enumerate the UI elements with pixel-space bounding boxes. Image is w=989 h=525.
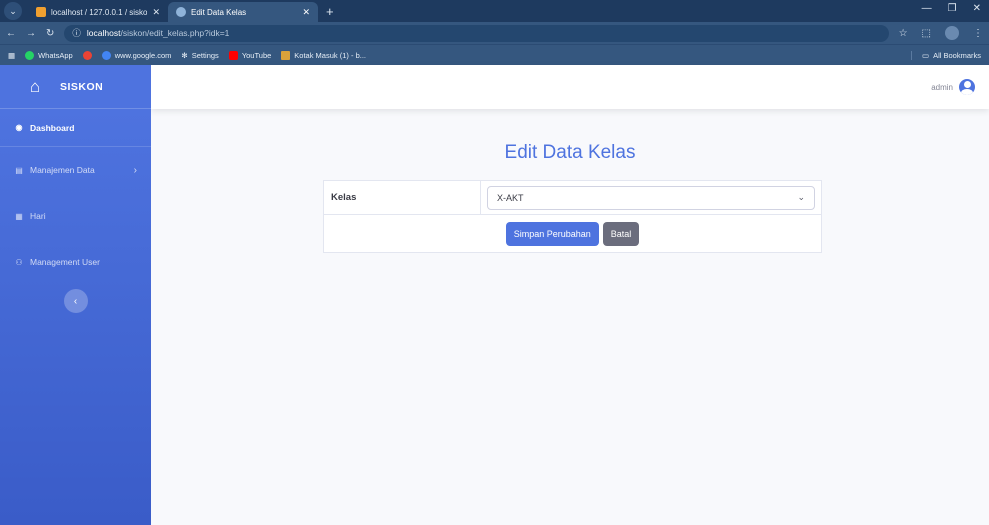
page-title: Edit Data Kelas <box>504 142 636 163</box>
chevron-left-icon: ‹ <box>73 295 78 307</box>
folder-icon: ▭ <box>921 50 930 60</box>
sidebar-brand[interactable]: ⌂ SISKON <box>0 65 151 109</box>
new-tab-button[interactable]: + <box>326 4 334 19</box>
phpmyadmin-icon <box>36 7 46 17</box>
address-toolbar: ← → ↻ ⓘ localhost/siskon/edit_kelas.php?… <box>0 22 989 44</box>
back-icon[interactable]: ← <box>6 28 16 39</box>
url-bar[interactable]: ⓘ localhost/siskon/edit_kelas.php?idk=1 <box>64 24 889 42</box>
restore-icon[interactable]: ❐ <box>948 3 957 14</box>
tab-label: Edit Data Kelas <box>191 7 247 17</box>
bookmark-settings[interactable]: ✻ Settings <box>181 51 218 60</box>
profile-avatar[interactable] <box>945 26 959 40</box>
google-icon <box>101 50 111 60</box>
bookmark-google[interactable] <box>82 50 92 60</box>
topbar: admin <box>151 65 989 109</box>
bookmark-label: www.google.com <box>114 50 172 60</box>
save-button[interactable]: Simpan Perubahan <box>505 221 599 246</box>
sidebar-item-management-user[interactable]: ⚇ Management User <box>0 239 151 285</box>
sidebar-item-manajemen-data[interactable]: ▤ Manajemen Data › <box>0 147 151 193</box>
kelas-select[interactable]: X-AKT ⌄ <box>487 185 815 210</box>
user-name[interactable]: admin <box>931 83 953 92</box>
apps-icon[interactable]: ▦ <box>8 51 15 60</box>
site-info-icon[interactable]: ⓘ <box>72 27 81 39</box>
sidebar-item-label: Dashboard <box>30 122 75 133</box>
sidebar-item-hari[interactable]: ▦ Hari <box>0 193 151 239</box>
youtube-icon <box>228 50 238 60</box>
google-icon <box>82 50 92 60</box>
sidebar-item-label: Hari <box>30 211 46 221</box>
minimize-icon[interactable]: — <box>922 3 932 14</box>
users-icon: ⚇ <box>15 257 23 267</box>
edit-kelas-form: Kelas X-AKT ⌄ Simpan Perubahan Batal <box>323 180 822 253</box>
bookmark-gmail[interactable]: Kotak Masuk (1) - b... <box>281 50 366 60</box>
form-row-actions: Simpan Perubahan Batal <box>324 215 821 252</box>
forward-icon[interactable]: → <box>26 28 36 39</box>
sidebar-toggle-button[interactable]: ‹ <box>63 289 88 313</box>
chevron-right-icon: › <box>133 164 137 176</box>
extensions-icon[interactable]: ⬚ <box>922 28 931 39</box>
sidebar-item-label: Management User <box>30 257 100 267</box>
cancel-button[interactable]: Batal <box>602 221 640 246</box>
tab-phpmyadmin[interactable]: localhost / 127.0.0.1 / siskon | p ✕ <box>28 2 168 22</box>
browser-tab-bar: ⌄ localhost / 127.0.0.1 / siskon | p ✕ E… <box>0 0 989 22</box>
sidebar-item-label: Manajemen Data <box>30 165 95 175</box>
sidebar: ⌂ SISKON ◉ Dashboard ▤ Manajemen Data › … <box>0 65 151 525</box>
gear-icon: ✻ <box>181 50 188 60</box>
tab-edit-data-kelas[interactable]: Edit Data Kelas ✕ <box>168 2 318 22</box>
bookmark-star-icon[interactable]: ☆ <box>899 28 908 39</box>
bookmark-label: All Bookmarks <box>933 50 981 60</box>
tab-label: localhost / 127.0.0.1 / siskon | p <box>51 7 148 17</box>
app: ⌂ SISKON ◉ Dashboard ▤ Manajemen Data › … <box>0 65 989 525</box>
bookmark-label: Kotak Masuk (1) - b... <box>294 50 366 60</box>
kelas-field-cell: X-AKT ⌄ <box>481 181 821 214</box>
tab-search-icon[interactable]: ⌄ <box>4 2 22 20</box>
reload-icon[interactable]: ↻ <box>46 28 54 39</box>
form-actions: Simpan Perubahan Batal <box>324 215 821 252</box>
kelas-label: Kelas <box>324 181 481 214</box>
all-bookmarks[interactable]: ▭ All Bookmarks <box>910 50 981 60</box>
close-window-icon[interactable]: ✕ <box>973 3 981 14</box>
bookmark-label: WhatsApp <box>38 50 73 60</box>
whatsapp-icon <box>25 50 35 60</box>
bookmark-label: YouTube <box>241 50 272 60</box>
page-body: Edit Data Kelas Kelas X-AKT ⌄ Simpan Per… <box>151 109 989 525</box>
url-host: localhost <box>86 28 121 38</box>
bookmarks-bar: ▦ WhatsApp www.google.com ✻ Settings YouT… <box>0 44 989 65</box>
window-controls: — ❐ ✕ <box>922 3 981 14</box>
globe-icon <box>176 7 186 17</box>
user-avatar-icon[interactable] <box>959 79 975 95</box>
table-icon: ▤ <box>15 165 23 175</box>
menu-icon[interactable]: ⋮ <box>973 28 983 39</box>
calendar-icon: ▦ <box>15 211 23 221</box>
form-row-kelas: Kelas X-AKT ⌄ <box>324 181 821 215</box>
gmail-icon <box>281 50 291 60</box>
url-path: /siskon/edit_kelas.php?idk=1 <box>120 28 230 38</box>
bookmark-google-com[interactable]: www.google.com <box>101 50 172 60</box>
school-logo-icon: ⌂ <box>29 76 41 96</box>
bookmark-label: Settings <box>191 50 219 60</box>
chevron-down-icon: ⌄ <box>797 192 805 202</box>
brand-name: SISKON <box>60 80 104 93</box>
close-tab-icon[interactable]: ✕ <box>152 7 160 18</box>
sidebar-item-dashboard[interactable]: ◉ Dashboard <box>0 109 151 147</box>
main-content: admin Edit Data Kelas Kelas X-AKT ⌄ Simp… <box>151 65 989 525</box>
dashboard-icon: ◉ <box>15 123 23 132</box>
bookmark-youtube[interactable]: YouTube <box>228 50 272 60</box>
bookmark-whatsapp[interactable]: WhatsApp <box>25 50 73 60</box>
close-tab-icon[interactable]: ✕ <box>302 7 310 18</box>
kelas-selected-value: X-AKT <box>497 192 524 203</box>
